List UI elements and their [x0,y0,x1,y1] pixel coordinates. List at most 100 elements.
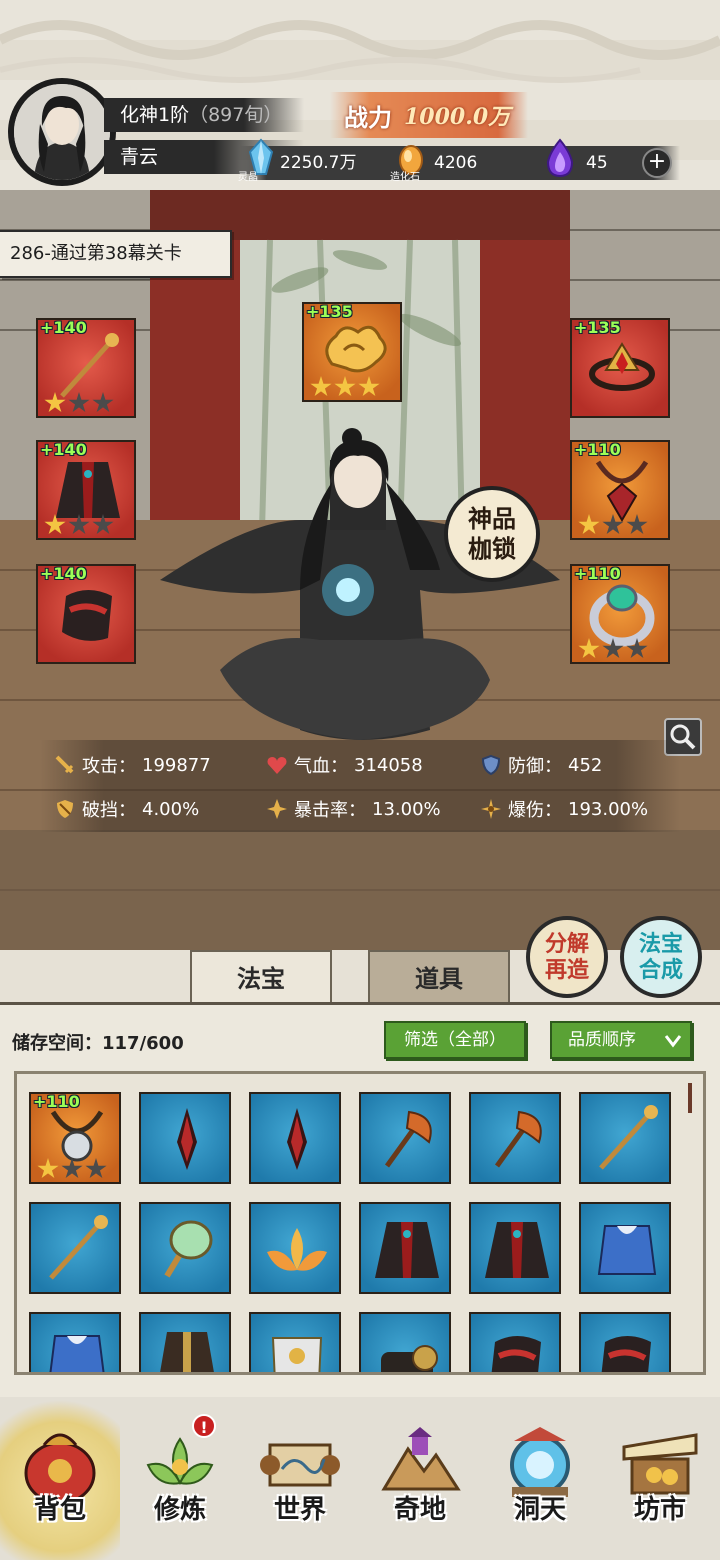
star-rating [578,638,648,660]
stat-label: 气血： [294,756,348,777]
equip-slot-ring[interactable]: +110 [570,564,670,664]
staff-icon [599,1105,658,1170]
divine-shackle-text: 神品枷锁 [468,504,516,563]
nav-bag[interactable]: 背包 [0,1397,120,1560]
nav-wonderland[interactable]: 奇地 [360,1397,480,1560]
inventory-item[interactable] [249,1092,341,1184]
storage-label: 储存空间： [12,1033,102,1054]
inventory-item[interactable] [579,1202,671,1294]
stat-value: 199877 [142,754,211,776]
crit-damage-icon [481,799,501,819]
inventory-item[interactable] [139,1312,231,1372]
inventory-item[interactable] [359,1092,451,1184]
cultivate-alert-badge: ! [192,1414,216,1438]
inventory-item[interactable] [469,1202,561,1294]
stat-value: 452 [568,754,603,776]
sort-dropdown[interactable]: 品质顺序 [550,1021,692,1059]
purple-flame-icon [546,138,574,178]
stat-crit-rate: 暴击率： 13.00% [266,796,441,822]
combat-power-label: 战力 [344,102,392,132]
staff-icon [49,1215,108,1280]
inventory-item[interactable] [249,1312,341,1372]
stat-attack: 攻击： 199877 [54,752,211,778]
stat-pierce: 破挡： 4.00% [54,796,199,822]
equip-level: +140 [40,318,87,337]
compose-label: 法宝合成 [638,931,683,983]
equip-level: +135 [574,318,621,337]
storage-capacity: 储存空间：117/600 [12,1029,184,1055]
filter-label: 筛选（全部） [404,1030,506,1050]
tab-treasure[interactable]: 法宝 [190,950,332,1004]
inventory-item[interactable] [29,1312,121,1372]
inventory-scrollbar[interactable] [688,1083,692,1113]
armor-icon [271,1337,323,1372]
player-avatar[interactable] [8,78,116,186]
nav-world[interactable]: 世界 [240,1397,360,1560]
tab-items[interactable]: 道具 [368,950,510,1004]
star-rating [44,514,114,536]
equip-slot-weapon[interactable]: +140 [36,318,136,418]
nav-market[interactable]: 坊市 [600,1397,720,1560]
nav-label: 奇地 [393,1495,446,1525]
divine-shackle-badge[interactable]: 神品枷锁 [444,486,540,582]
equip-level: +135 [306,302,353,321]
tunic-icon [49,1335,105,1372]
inventory-item[interactable] [469,1312,561,1372]
robe-icon [375,1222,439,1278]
decompose-button[interactable]: 分解再造 [526,916,608,998]
shield-icon [481,754,501,776]
gauntlet-icon [381,1345,438,1372]
quest-text: 286-通过第38幕关卡 [10,243,182,264]
crit-icon [267,799,287,819]
axe-icon [494,1110,542,1168]
boots-icon [491,1336,541,1372]
nav-cave[interactable]: 洞天 [480,1397,600,1560]
inventory-item[interactable] [579,1092,671,1184]
coat-icon [160,1332,214,1372]
inventory-item[interactable] [139,1092,231,1184]
star-rating [44,392,114,414]
equip-slot-charm[interactable]: +135 [302,302,402,402]
equip-slot-crown[interactable]: +135 [570,318,670,418]
combat-power: 战力 1000.0万 [330,92,528,138]
dagger-icon [177,1108,197,1170]
equip-level: +140 [40,564,87,583]
robe-icon [485,1222,549,1278]
stat-defense: 防御： 452 [480,752,602,778]
resource-bar: 灵晶 2250.7万 造化石 4206 45 [238,138,680,183]
inventory-item[interactable] [579,1312,671,1372]
inventory-panel: 储存空间：117/600 筛选（全部） 品质顺序 +110 [0,1002,720,1397]
nav-label: 洞天 [513,1495,566,1525]
realm-label: 化神1阶（897旬） [104,98,304,132]
stat-label: 防御： [508,756,562,777]
inventory-item[interactable] [29,1202,121,1294]
inventory-item[interactable] [139,1202,231,1294]
add-resource-button[interactable]: + [642,148,672,178]
filter-button[interactable]: 筛选（全部） [384,1021,526,1059]
inventory-item[interactable] [359,1312,451,1372]
star-rating [37,1158,107,1180]
equip-slot-robe[interactable]: +140 [36,440,136,540]
character-scene: 286-通过第38幕关卡 +140 +140 +140 +135 +135 +1… [0,190,720,950]
inventory-item[interactable]: +110 [29,1092,121,1184]
boots-icon [601,1336,651,1372]
cloud-pattern [0,20,720,83]
stat-label: 攻击： [82,756,136,777]
equip-slot-necklace[interactable]: +110 [570,440,670,540]
nav-cultivate[interactable]: 修炼 [120,1397,240,1560]
inventory-item[interactable] [249,1202,341,1294]
equip-slot-boots[interactable]: +140 [36,564,136,664]
compose-button[interactable]: 法宝合成 [620,916,702,998]
creation-stone-caption: 造化石 [390,172,420,183]
boots-icon [62,590,112,641]
inventory-item[interactable] [469,1092,561,1184]
nav-label: 背包 [33,1495,86,1525]
inventory-item[interactable] [359,1202,451,1294]
star-rating [578,514,648,536]
combat-power-value: 1000.0万 [404,104,511,130]
sword-icon [55,755,74,774]
realm-text: 化神1阶 [120,104,190,126]
quest-banner[interactable]: 286-通过第38幕关卡 [0,230,232,278]
player-header: 化神1阶（897旬） 青云 战力 1000.0万 灵晶 2250.7万 造化石 … [0,0,720,190]
axe-icon [384,1110,432,1168]
